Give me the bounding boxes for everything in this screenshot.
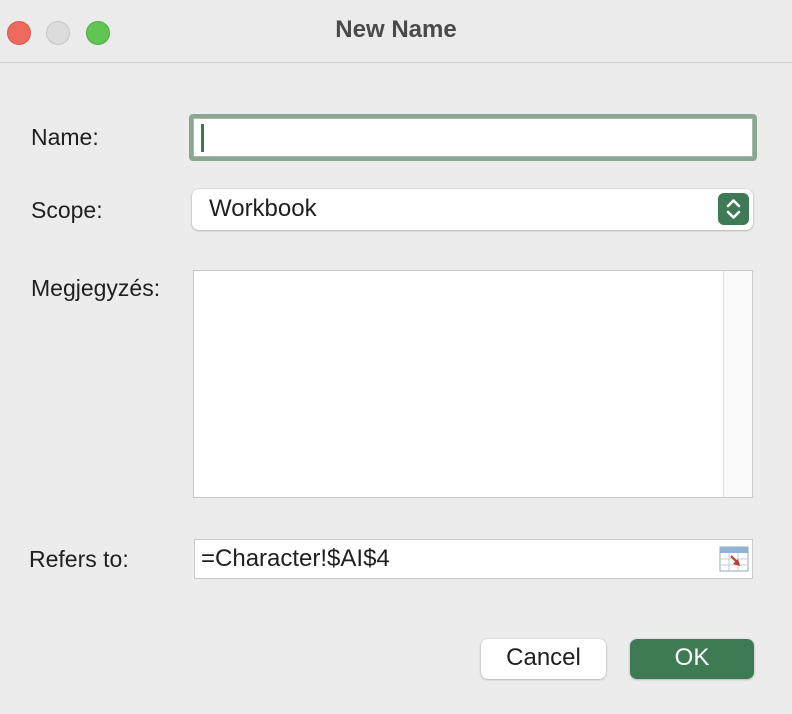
dialog-title: New Name [335, 16, 457, 43]
refers-to-label: Refers to: [29, 546, 129, 572]
ok-button[interactable]: OK [630, 639, 754, 679]
range-select-icon[interactable] [719, 546, 749, 572]
refers-to-value: =Character!$AI$4 [201, 545, 390, 572]
new-name-dialog: New Name Name: Scope: Workbook Megjegyzé… [0, 0, 792, 714]
name-input[interactable] [189, 114, 757, 161]
scope-select[interactable]: Workbook [192, 189, 753, 230]
refers-to-input[interactable]: =Character!$AI$4 [194, 539, 753, 579]
scope-label: Scope: [31, 197, 103, 223]
title-bar: New Name [0, 0, 792, 63]
comment-textarea[interactable] [193, 270, 753, 498]
scope-value: Workbook [209, 195, 317, 222]
comment-scrollbar[interactable] [723, 271, 752, 497]
text-caret [201, 124, 204, 152]
comment-label: Megjegyzés: [31, 275, 161, 301]
cancel-button[interactable]: Cancel [481, 639, 606, 679]
up-down-chevron-icon[interactable] [718, 193, 749, 225]
name-label: Name: [31, 124, 99, 150]
